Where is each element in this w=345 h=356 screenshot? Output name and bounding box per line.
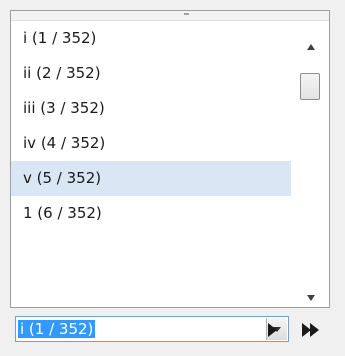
grip-icon (184, 13, 189, 15)
list-item[interactable]: v (5 / 352) (11, 161, 291, 196)
list-item-label: iii (3 / 352) (23, 99, 105, 117)
page-list: i (1 / 352) ii (2 / 352) iii (3 / 352) i… (11, 21, 291, 231)
list-item-label: 1 (6 / 352) (23, 204, 102, 222)
list-item[interactable]: i (1 / 352) (11, 21, 291, 56)
scrollbar-thumb[interactable] (300, 73, 320, 100)
list-item[interactable]: ii (2 / 352) (11, 56, 291, 91)
list-item-label: iv (4 / 352) (23, 134, 106, 152)
last-page-button[interactable] (302, 321, 328, 339)
vertical-scrollbar[interactable] (293, 21, 329, 307)
list-item[interactable]: 1 (6 / 352) (11, 196, 291, 231)
page-dropdown-list: i (1 / 352) ii (2 / 352) iii (3 / 352) i… (10, 10, 330, 308)
triangle-down-icon[interactable] (307, 295, 315, 301)
list-item-label: i (1 / 352) (23, 29, 97, 47)
next-page-button[interactable] (268, 323, 277, 337)
triangle-up-icon[interactable] (307, 44, 315, 50)
list-item-label: ii (2 / 352) (23, 64, 101, 82)
page-select-value[interactable]: i (1 / 352) (18, 320, 96, 338)
fast-forward-icon (310, 323, 319, 337)
page-select[interactable]: i (1 / 352) (15, 316, 289, 342)
resize-grip[interactable] (11, 11, 329, 21)
list-item[interactable]: iv (4 / 352) (11, 126, 291, 161)
page-navigation-bar: i (1 / 352) (0, 309, 345, 356)
list-item[interactable]: iii (3 / 352) (11, 91, 291, 126)
list-item-label: v (5 / 352) (23, 169, 102, 187)
